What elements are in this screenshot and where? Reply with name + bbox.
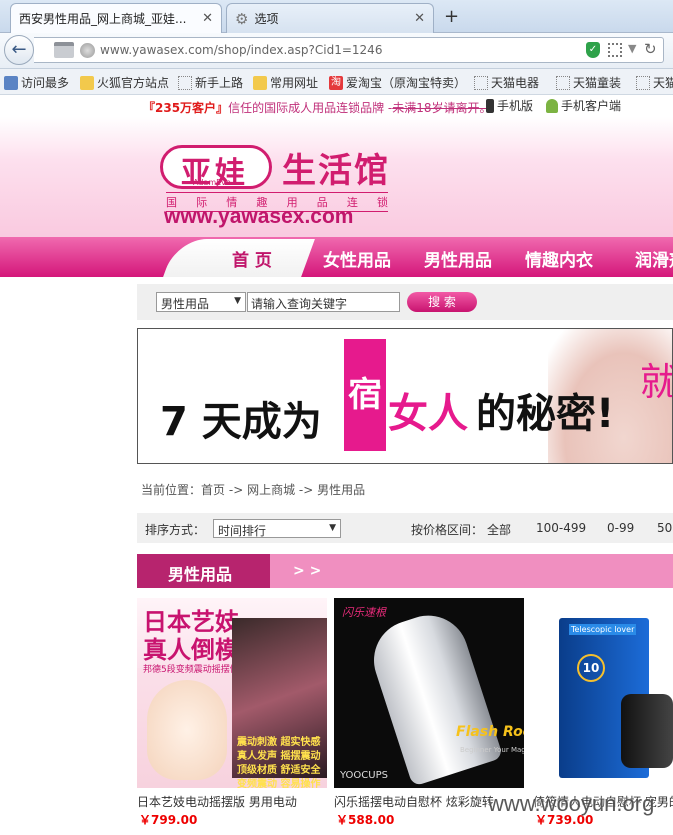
bookmark-getting-started[interactable]: 新手上路 [178, 74, 243, 91]
notice-bar: 『235万客户』信任的国际成人用品连锁品牌 -未满18岁请离开。 手机版 手机客… [0, 95, 673, 117]
dropdown-arrow-icon[interactable]: ▼ [628, 42, 636, 55]
bookmark-tmall-appliances[interactable]: 天猫电器 [474, 74, 539, 91]
slogan-text: 信任的国际成人用品连锁品牌 - [228, 101, 393, 115]
price-range-500[interactable]: 500 [657, 521, 673, 535]
menu-item-women[interactable]: 女性用品 [323, 246, 391, 271]
gear-icon: ⚙ [235, 9, 249, 28]
banner-suffix-women: 女人 [388, 391, 468, 437]
taobao-icon: 淘 [329, 75, 343, 90]
section-more-link[interactable]: > > [293, 563, 321, 579]
product-image[interactable]: Telescopic lover 10 [531, 598, 673, 788]
tab-active[interactable]: 西安男性用品_网上商城_亚娃... ✕ [10, 3, 222, 33]
menu-item-lingerie[interactable]: 情趣内衣 [525, 246, 593, 271]
chevron-down-icon: ▼ [234, 296, 241, 306]
banner-suffix-secret: 的秘密! [476, 391, 615, 437]
breadcrumb-shop[interactable]: 网上商城 [247, 483, 295, 497]
logo-brand-en: AdamEve [193, 178, 231, 187]
breadcrumb-home[interactable]: 首页 [201, 483, 225, 497]
product-price: ￥588.00 [336, 813, 395, 827]
section-title-tab: 男性用品 [137, 554, 270, 588]
product-photo [363, 605, 504, 787]
logo-domain: www.yawasex.com [164, 205, 354, 228]
price-range-all[interactable]: 全部 [487, 521, 511, 538]
menu-item-lubricant[interactable]: 润滑剂 [635, 246, 673, 271]
section-header: 男性用品 > > [137, 554, 673, 588]
product-image[interactable]: 闪乐速根 Flash Rock Beginner Your Magic YOOC… [334, 598, 524, 788]
menu-item-home[interactable]: 首 页 [232, 246, 272, 271]
bookmark-tmall-kids[interactable]: 天猫童装 [556, 74, 621, 91]
bookmark-icon [4, 75, 18, 90]
site-header: 亚娃 AdamEve 生活馆 国际情趣用品连锁 www.yawasex.com [0, 117, 673, 239]
url-bar[interactable]: www.yawasex.com/shop/index.asp?Cid1=1246… [34, 37, 664, 63]
url-domain: www.yawasex.com [100, 43, 214, 57]
product-card[interactable]: 闪乐速根 Flash Rock Beginner Your Magic YOOC… [334, 598, 524, 827]
price-range-label: 按价格区间： [411, 523, 484, 537]
sort-row: 排序方式： 时间排行 ▼ 按价格区间： 全部 100-499 0-99 500 [137, 513, 673, 543]
product-card[interactable]: 日本艺妓 真人倒模 邦德5段变频震动摇摆倒模 震动刺激 超实快感 真人发声 摇摆… [137, 598, 327, 827]
promo-banner[interactable]: 7 天成为 宿 女人 的秘密! 就 [137, 328, 673, 464]
page-icon [556, 75, 570, 90]
mobile-client-link[interactable]: 手机客户端 [546, 97, 621, 114]
watermark: www.wooyun.org [488, 791, 655, 816]
logo-badge[interactable]: 亚娃 AdamEve [160, 145, 272, 191]
new-tab-icon[interactable]: + [444, 6, 459, 27]
close-icon[interactable]: ✕ [202, 11, 213, 26]
banner-prefix: 7 天成为 [160, 399, 322, 445]
search-input[interactable]: 请输入查询关键字 [247, 292, 400, 312]
product-image[interactable]: 日本艺妓 真人倒模 邦德5段变频震动摇摆倒模 震动刺激 超实快感 真人发声 摇摆… [137, 598, 327, 788]
tab-options[interactable]: ⚙ 选项 ✕ [226, 3, 434, 33]
page-icon [636, 75, 650, 90]
product-photo [147, 680, 227, 780]
product-name[interactable]: 闪乐摇摆电动自慰杯 炫彩旋转 [334, 793, 494, 810]
folder-icon [253, 75, 267, 90]
globe-icon [80, 43, 95, 58]
chevron-down-icon: ▼ [329, 523, 336, 533]
banner-tail: 就 [640, 351, 672, 406]
bookmark-most-visited[interactable]: 访问最多 [4, 74, 69, 91]
product-name[interactable]: 日本艺妓电动摇摆版 男用电动 [137, 793, 297, 810]
reload-icon[interactable]: ↻ [644, 40, 657, 58]
back-button[interactable]: ← [4, 35, 34, 65]
bookmarks-bar: 访问最多 火狐官方站点 新手上路 常用网址 淘 爱淘宝（原淘宝特卖） 天猫电器 … [0, 69, 673, 95]
category-select[interactable]: 男性用品 ▼ [156, 292, 246, 312]
folder-icon [80, 75, 94, 90]
navigation-bar: www.yawasex.com/shop/index.asp?Cid1=1246… [0, 33, 673, 69]
sort-label: 排序方式： [145, 523, 206, 537]
customer-count: 『235万客户』 [143, 101, 229, 115]
logo-title: 生活馆 [282, 151, 390, 191]
product-device-photo [621, 694, 673, 768]
page-icon [474, 75, 488, 90]
phone-icon [486, 98, 494, 113]
mobile-version-link[interactable]: 手机版 [486, 97, 533, 114]
qr-code-icon[interactable] [608, 43, 622, 57]
search-button[interactable]: 搜 索 [407, 292, 477, 312]
tab-title: 选项 [254, 12, 279, 26]
main-menu: 首 页 女性用品 男性用品 情趣内衣 润滑剂 [0, 237, 673, 277]
price-range-0-99[interactable]: 0-99 [607, 521, 634, 535]
menu-item-men[interactable]: 男性用品 [424, 246, 492, 271]
android-icon [546, 98, 558, 113]
section-title: 男性用品 [168, 565, 233, 584]
shield-icon[interactable]: ✓ [586, 42, 600, 58]
breadcrumb-current: 男性用品 [317, 483, 366, 497]
page-icon [54, 42, 74, 58]
price-range-100-499[interactable]: 100-499 [536, 521, 586, 535]
close-icon[interactable]: ✕ [414, 11, 425, 26]
breadcrumb: 当前位置：首页 -> 网上商城 -> 男性用品 [141, 483, 366, 497]
bookmark-ai-taobao[interactable]: 淘 爱淘宝（原淘宝特卖） [329, 74, 466, 91]
age-warning: 未满18岁请离开。 [392, 101, 492, 115]
sort-select[interactable]: 时间排行 ▼ [213, 519, 341, 538]
browser-tab-bar: 西安男性用品_网上商城_亚娃... ✕ ⚙ 选项 ✕ + [0, 0, 673, 33]
bookmark-common-sites[interactable]: 常用网址 [253, 74, 318, 91]
url-path: /shop/index.asp?Cid1=1246 [213, 43, 383, 57]
banner-highlight: 宿 [344, 339, 386, 451]
page-icon [178, 75, 192, 90]
product-price: ￥799.00 [139, 813, 198, 827]
search-row: 男性用品 ▼ 请输入查询关键字 搜 索 [137, 284, 673, 320]
bookmark-firefox-site[interactable]: 火狐官方站点 [80, 74, 169, 91]
tab-title: 西安男性用品_网上商城_亚娃... [19, 12, 187, 26]
bookmark-tmall[interactable]: 天猫 [636, 74, 673, 91]
